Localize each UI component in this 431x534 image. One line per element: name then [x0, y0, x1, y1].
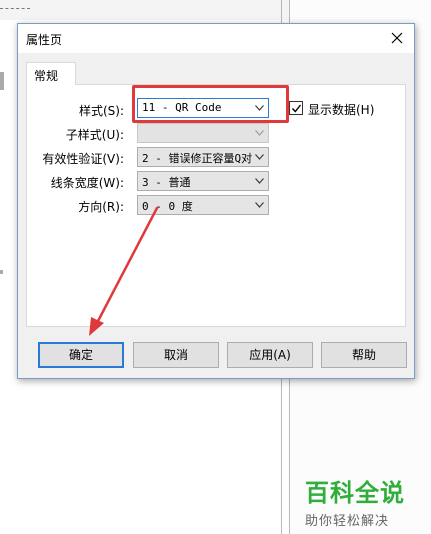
close-icon	[391, 32, 403, 44]
properties-dialog: 属性页 常规 样式(S): 11 - QR Code 子样式(U): 有效性验证…	[17, 23, 415, 379]
direction-select[interactable]: 0 - 0 度	[137, 195, 269, 215]
tab-general-label: 常规	[34, 69, 59, 83]
tab-general[interactable]: 常规	[26, 62, 76, 85]
chevron-down-icon	[255, 178, 264, 184]
line-width-select[interactable]: 3 - 普通	[137, 171, 269, 191]
chevron-down-icon	[255, 130, 264, 136]
background-ruler-mark	[0, 270, 3, 274]
background-ruler-mark	[0, 72, 4, 90]
apply-button[interactable]: 应用(A)	[227, 342, 313, 368]
validation-label: 有效性验证(V):	[42, 152, 124, 166]
validation-select[interactable]: 2 - 错误修正容量Q对	[137, 147, 269, 167]
dialog-titlebar: 属性页	[18, 24, 414, 53]
ok-button[interactable]: 确定	[38, 342, 124, 368]
show-data-checkbox[interactable]	[289, 101, 303, 115]
line-width-select-value: 3 - 普通	[142, 176, 191, 189]
substyle-select[interactable]	[137, 123, 269, 143]
checkmark-icon	[291, 104, 302, 113]
watermark-slogan: 助你轻松解决	[305, 514, 390, 529]
substyle-label: 子样式(U):	[65, 128, 124, 142]
help-button[interactable]: 帮助	[321, 342, 407, 368]
direction-label: 方向(R):	[78, 200, 124, 214]
dialog-title: 属性页	[26, 33, 63, 47]
validation-select-value: 2 - 错误修正容量Q对	[142, 152, 252, 165]
highlight-annotation-box	[132, 85, 289, 123]
chevron-down-icon	[255, 154, 264, 160]
line-width-label: 线条宽度(W):	[50, 176, 124, 190]
direction-select-value: 0 - 0 度	[142, 200, 193, 213]
chevron-down-icon	[255, 202, 264, 208]
watermark-logo: 百科全说 助你轻松解决	[305, 473, 425, 529]
cancel-button[interactable]: 取消	[133, 342, 219, 368]
watermark-brand: 百科全说	[305, 479, 405, 507]
show-data-label[interactable]: 显示数据(H)	[308, 101, 374, 118]
background-dashed-line	[0, 8, 30, 9]
style-label: 样式(S):	[78, 104, 124, 118]
close-button[interactable]	[380, 24, 414, 53]
